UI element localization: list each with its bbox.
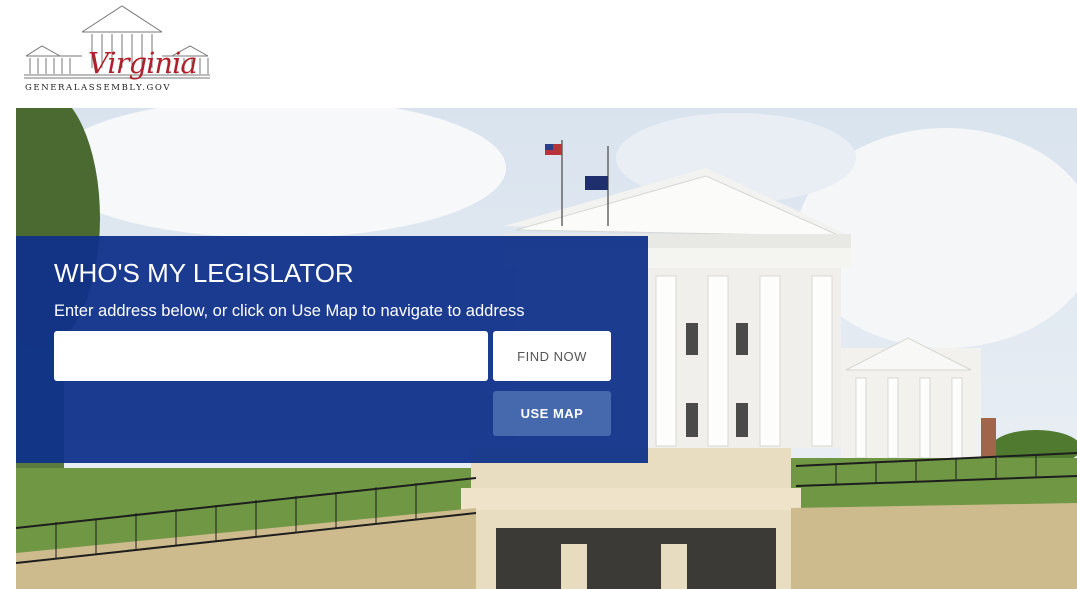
logo-subtitle: GENERALASSEMBLY.GOV (25, 83, 172, 93)
site-logo[interactable]: Virginia GENERALASSEMBLY.GOV (22, 4, 212, 104)
legislator-lookup-panel: WHO'S MY LEGISLATOR Enter address below,… (16, 236, 648, 463)
logo-script-text: Virginia (88, 46, 198, 80)
lookup-instructions: Enter address below, or click on Use Map… (54, 302, 525, 320)
lookup-title: WHO'S MY LEGISLATOR (54, 258, 354, 288)
site-header: Virginia GENERALASSEMBLY.GOV (0, 0, 1077, 108)
find-now-button[interactable]: FIND NOW (493, 331, 611, 381)
address-input[interactable] (54, 331, 488, 381)
use-map-button[interactable]: USE MAP (493, 391, 611, 436)
